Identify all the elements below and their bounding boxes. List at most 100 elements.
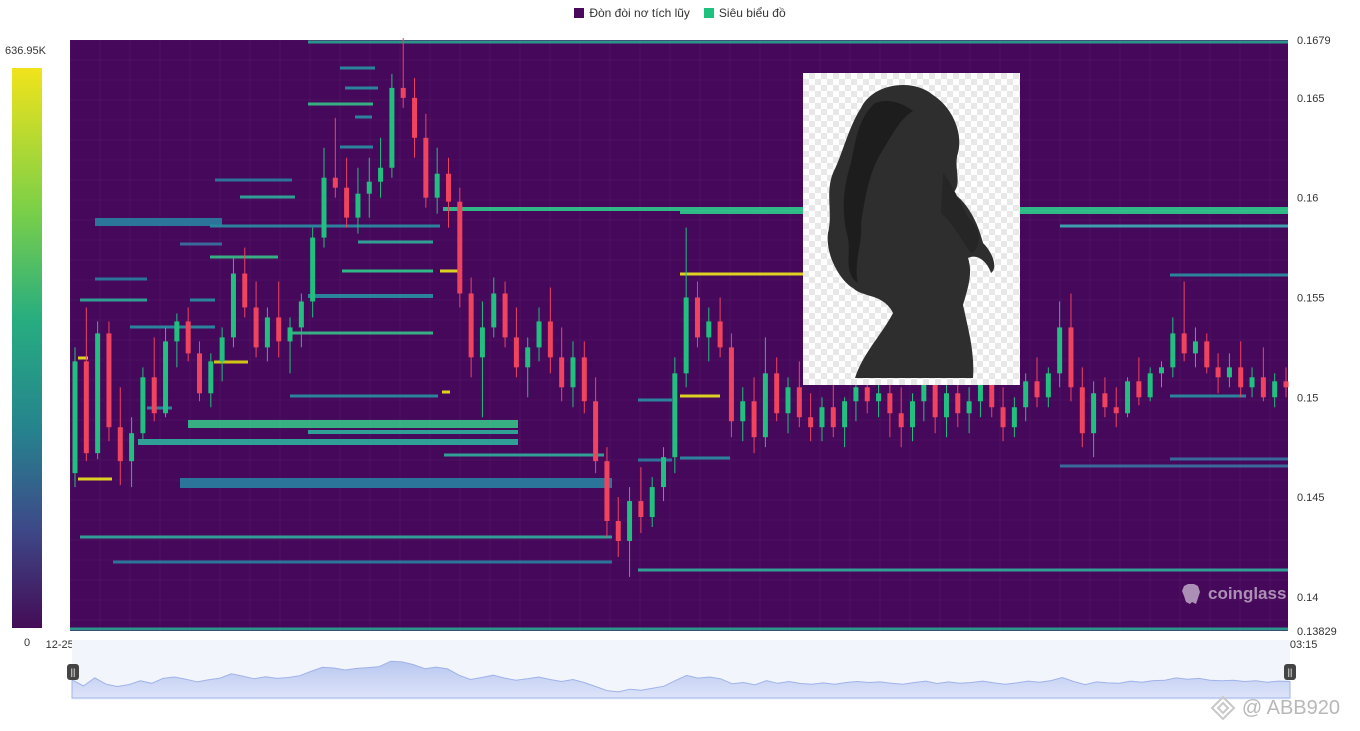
candle-body bbox=[502, 293, 508, 338]
candle-body bbox=[1102, 393, 1108, 408]
candle-body bbox=[1045, 373, 1051, 398]
candle-body bbox=[989, 381, 995, 408]
y-tick-label: 0.165 bbox=[1297, 93, 1325, 105]
candle-body bbox=[887, 393, 893, 414]
candle-body bbox=[661, 457, 667, 488]
liquidity-band bbox=[95, 277, 147, 281]
liquidity-band bbox=[188, 420, 518, 428]
woman-silhouette-image bbox=[803, 73, 1020, 385]
candle-body bbox=[332, 177, 338, 188]
candle-body bbox=[1079, 387, 1085, 434]
candle-body bbox=[95, 333, 101, 454]
candle-body bbox=[129, 433, 135, 462]
watermark-text: @ ABB920 bbox=[1241, 696, 1340, 719]
liquidity-band bbox=[440, 269, 458, 273]
liquidation-heatmap-chart[interactable]: 0.1679 0.165 0.16 0.155 0.15 0.145 0.14 0.13829… bbox=[0, 0, 1360, 731]
liquidity-band bbox=[638, 458, 672, 462]
candle-body bbox=[400, 87, 406, 98]
candle-body bbox=[219, 337, 225, 362]
y-tick-label: 0.155 bbox=[1297, 292, 1325, 304]
candle-body bbox=[1204, 341, 1210, 368]
candle-body bbox=[1272, 381, 1278, 398]
candle-body bbox=[468, 293, 474, 358]
liquidity-band bbox=[358, 240, 433, 244]
candle-body bbox=[581, 357, 587, 402]
candle-body bbox=[570, 357, 576, 388]
candle-body bbox=[910, 401, 916, 428]
liquidity-band bbox=[638, 398, 672, 402]
candle-body bbox=[389, 87, 395, 168]
navigator-left-handle[interactable]: || bbox=[67, 664, 79, 680]
liquidity-band bbox=[308, 430, 518, 434]
candle-body bbox=[830, 407, 836, 428]
candle-body bbox=[140, 377, 146, 434]
candle-body bbox=[445, 173, 451, 202]
liquidity-band bbox=[1170, 457, 1288, 461]
candle-body bbox=[638, 501, 644, 518]
coinglass-icon bbox=[1182, 584, 1200, 604]
candle-body bbox=[1034, 381, 1040, 398]
liquidity-band bbox=[342, 269, 433, 273]
candle-body bbox=[774, 373, 780, 414]
liquidity-band bbox=[308, 102, 373, 106]
liquidity-band bbox=[444, 453, 604, 457]
candle-body bbox=[649, 487, 655, 518]
candle-body bbox=[559, 357, 565, 388]
liquidity-band bbox=[95, 218, 222, 226]
candle-body bbox=[615, 521, 621, 541]
candle-body bbox=[864, 387, 870, 402]
candle-body bbox=[344, 187, 350, 218]
candle-body bbox=[72, 361, 78, 474]
candle-body bbox=[796, 387, 802, 418]
candle-body bbox=[1023, 381, 1029, 408]
candle-body bbox=[174, 321, 180, 342]
liquidity-band bbox=[1060, 224, 1288, 228]
y-tick-label: 0.14 bbox=[1297, 592, 1318, 604]
candle-body bbox=[966, 401, 972, 414]
liquidity-band bbox=[240, 195, 295, 199]
plot-background bbox=[70, 40, 1288, 631]
candle-body bbox=[412, 97, 418, 138]
candle-body bbox=[1068, 327, 1074, 388]
candle-body bbox=[898, 413, 904, 428]
y-tick-label: 0.13829 bbox=[1297, 626, 1337, 638]
liquidity-band bbox=[78, 477, 112, 481]
legend-item-accumulated-liquidation[interactable]: Đòn đòi nơ tích lũy bbox=[574, 6, 690, 20]
coinglass-logo: coinglass bbox=[1180, 582, 1286, 606]
legend-swatch bbox=[574, 8, 585, 18]
candle-body bbox=[1125, 381, 1131, 414]
liquidity-band bbox=[1060, 464, 1288, 468]
candle-body bbox=[762, 373, 768, 438]
candle-body bbox=[1170, 333, 1176, 368]
candle-body bbox=[1091, 393, 1097, 434]
candle-body bbox=[853, 387, 859, 402]
candle-body bbox=[1215, 367, 1221, 378]
candle-body bbox=[321, 177, 327, 238]
legend-item-super-chart[interactable]: Siêu biểu đồ bbox=[703, 6, 786, 20]
candle-body bbox=[264, 317, 270, 348]
candle-body bbox=[876, 393, 882, 402]
candle-body bbox=[1159, 367, 1165, 374]
navigator-right-handle[interactable]: || bbox=[1284, 664, 1296, 680]
liquidity-band bbox=[130, 325, 215, 329]
candle-body bbox=[1057, 327, 1063, 374]
candle-body bbox=[1011, 407, 1017, 428]
liquidity-band bbox=[138, 439, 518, 445]
legend: Đòn đòi nơ tích lũy Siêu biểu đồ bbox=[0, 6, 1360, 20]
colorbar-max-label: 636.95K bbox=[5, 45, 46, 57]
legend-swatch bbox=[703, 8, 714, 18]
liquidity-band bbox=[345, 86, 378, 90]
candle-body bbox=[208, 361, 214, 394]
candle-body bbox=[1181, 333, 1187, 354]
candle-body bbox=[83, 361, 89, 454]
candle-body bbox=[955, 393, 961, 414]
liquidity-band bbox=[442, 390, 450, 394]
candle-body bbox=[932, 381, 938, 418]
y-axis: 0.1679 0.165 0.16 0.155 0.15 0.145 0.14 0.13829 bbox=[1297, 35, 1337, 638]
y-tick-label: 0.1679 bbox=[1297, 35, 1331, 47]
candle-body bbox=[785, 387, 791, 414]
candle-body bbox=[117, 427, 123, 462]
candle-body bbox=[751, 401, 757, 438]
candle-body bbox=[1136, 381, 1142, 398]
candle-body bbox=[230, 273, 236, 338]
